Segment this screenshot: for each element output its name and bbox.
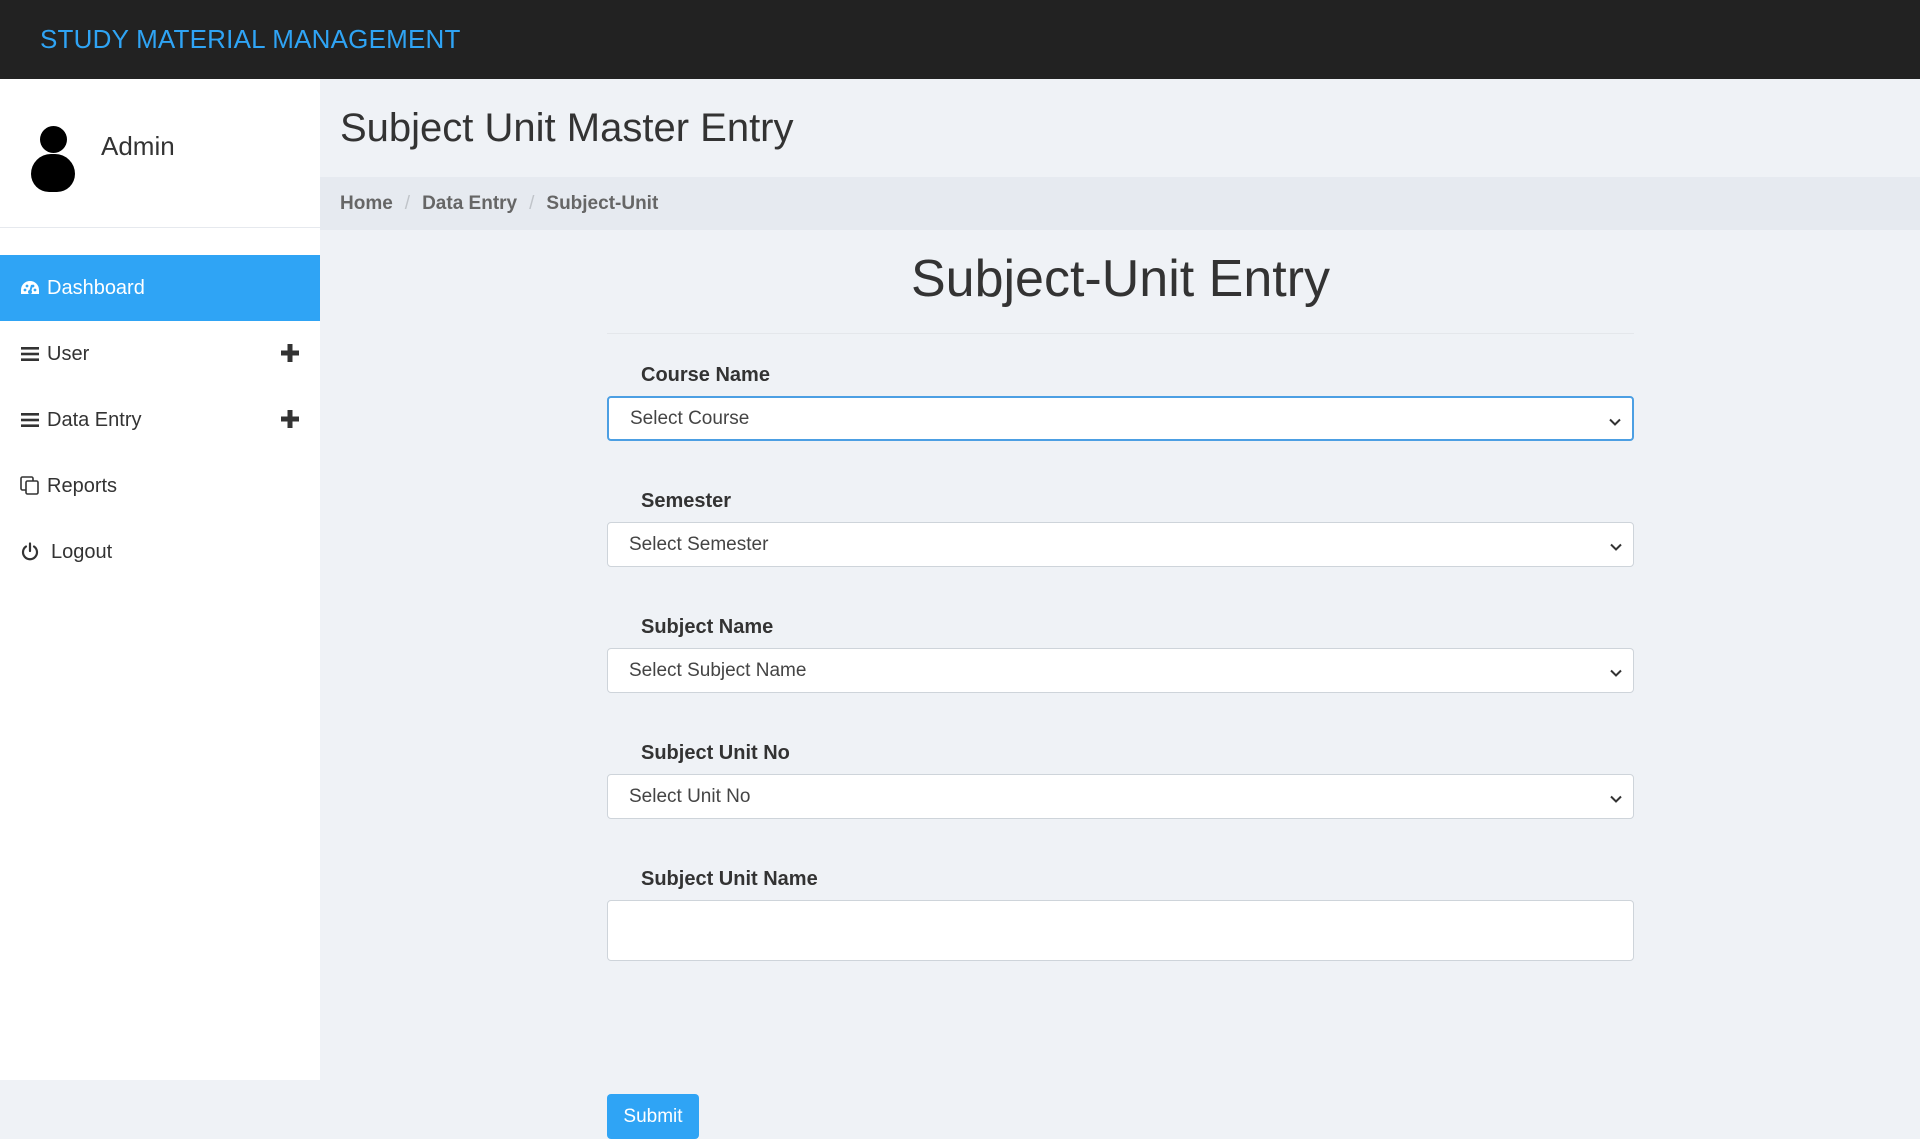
chevron-down-icon [1609, 538, 1623, 552]
sidebar-nav: Dashboard User Data Entry Reports Logout [0, 255, 320, 585]
copy-icon [19, 475, 41, 497]
breadcrumb: Home / Data Entry / Subject-Unit [320, 177, 1920, 230]
field-label: Semester [641, 490, 732, 512]
subject-unit-form: Subject-Unit Entry Course Name Select Co… [607, 239, 1634, 1139]
sidebar-item-label: User [47, 342, 90, 365]
course-name-field: Course Name Select Course [607, 334, 1634, 460]
sidebar-item-label: Data Entry [47, 408, 142, 431]
semester-select[interactable]: Select Semester [607, 522, 1634, 567]
sidebar-item-reports[interactable]: Reports [0, 453, 320, 519]
breadcrumb-separator: / [404, 192, 411, 214]
course-select[interactable]: Select Course [607, 396, 1634, 441]
main-content: Subject Unit Master Entry Home / Data En… [320, 79, 1920, 1139]
chevron-down-icon [1608, 413, 1622, 427]
breadcrumb-home[interactable]: Home [340, 193, 393, 215]
breadcrumb-data-entry[interactable]: Data Entry [422, 193, 517, 215]
sidebar-item-user[interactable]: User [0, 321, 320, 387]
form-title: Subject-Unit Entry [910, 250, 1331, 308]
profile-name: Admin [101, 131, 175, 161]
plus-icon[interactable] [278, 407, 302, 431]
subject-unit-name-field: Subject Unit Name [607, 838, 1634, 964]
breadcrumb-separator: / [529, 192, 535, 214]
power-icon [19, 541, 41, 563]
sidebar-item-dashboard[interactable]: Dashboard [0, 255, 320, 321]
subject-unit-no-field: Subject Unit No Select Unit No [607, 712, 1634, 838]
subject-name-select[interactable]: Select Subject Name [607, 648, 1634, 693]
sidebar-item-label: Dashboard [47, 276, 145, 299]
sidebar-item-data-entry[interactable]: Data Entry [0, 387, 320, 453]
plus-icon[interactable] [278, 341, 302, 365]
select-value: Select Course [630, 407, 750, 429]
menu-icon [19, 343, 41, 365]
field-label: Subject Name [641, 616, 774, 638]
subject-unit-name-input[interactable] [607, 900, 1634, 961]
dashboard-icon [19, 277, 41, 299]
user-avatar-icon [28, 126, 78, 194]
sidebar-item-logout[interactable]: Logout [0, 519, 320, 585]
top-navbar: STUDY MATERIAL MANAGEMENT [0, 0, 1920, 79]
sidebar-item-label: Reports [47, 474, 118, 497]
field-label: Subject Unit No [641, 742, 790, 764]
page-title: Subject Unit Master Entry [340, 105, 794, 150]
chevron-down-icon [1609, 664, 1623, 678]
sidebar-item-label: Logout [51, 540, 113, 563]
field-label: Course Name [641, 364, 770, 386]
submit-button[interactable]: Submit [607, 1094, 699, 1139]
select-value: Select Subject Name [629, 659, 807, 681]
brand-title[interactable]: STUDY MATERIAL MANAGEMENT [40, 24, 461, 55]
sidebar: Admin Dashboard User Data Entry Reports … [0, 79, 320, 1080]
semester-field: Semester Select Semester [607, 460, 1634, 586]
subject-name-field: Subject Name Select Subject Name [607, 586, 1634, 712]
field-label: Subject Unit Name [641, 868, 818, 890]
menu-icon [19, 409, 41, 431]
unit-no-select[interactable]: Select Unit No [607, 774, 1634, 819]
user-profile: Admin [0, 79, 320, 228]
select-value: Select Unit No [629, 785, 751, 807]
select-value: Select Semester [629, 533, 769, 555]
page-header: Subject Unit Master Entry [320, 79, 1920, 177]
chevron-down-icon [1609, 790, 1623, 804]
breadcrumb-current: Subject-Unit [546, 192, 659, 214]
